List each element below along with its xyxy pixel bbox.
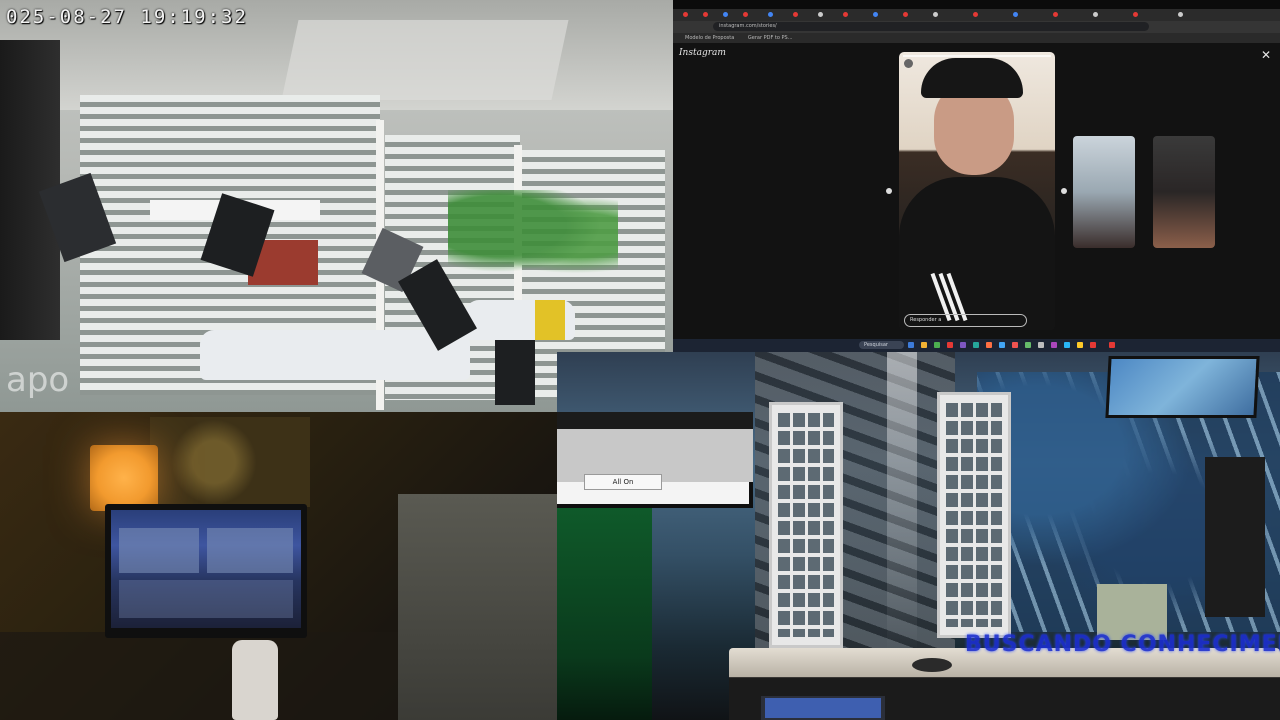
screen-window [119,528,199,573]
light-beam [887,352,917,652]
wall-tv [1105,356,1260,418]
desk-sticker [912,658,952,672]
yellow-box [535,300,565,340]
hanging-object [495,340,535,405]
speaker [1205,457,1265,617]
taskbar-app-icon[interactable] [1090,342,1096,348]
browser-window: instagram.com/stories/ Modelo de Propost… [673,9,1280,352]
taskbar-app-icon[interactable] [1109,342,1115,348]
instagram-story-viewer: Instagram ✕ Responder a [673,43,1280,339]
caption-overlay: BUSCANDO CONHECIMENTO [965,632,1280,657]
screen-window [207,528,293,573]
camera-feed-entrance: 025-08-27 19:19:32 apo [0,0,673,412]
dialog-titlebar [557,412,753,429]
tab-icon[interactable] [903,12,908,17]
tree [448,190,618,280]
taskbar-app-icon[interactable] [986,342,992,348]
tab-icon[interactable] [1053,12,1058,17]
taskbar-app-icon[interactable] [934,342,940,348]
active-story[interactable]: Responder a [899,52,1055,330]
browser-tabstrip[interactable] [673,9,1280,21]
person-cap [921,58,1023,98]
laptop [761,696,885,720]
ceiling-beam [281,20,569,100]
taskbar-app-icon[interactable] [908,342,914,348]
window-door [769,402,843,648]
taskbar-app-icon[interactable] [1038,342,1044,348]
person-hoodie [899,177,1055,330]
bookmarks-bar: Modelo de Proposta Gerar PDF to PS... [673,33,1280,43]
laptop-screen [765,698,881,718]
taskbar-app-icon[interactable] [960,342,966,348]
door-grid [946,403,1002,627]
bottle [232,640,278,720]
bookmark-item[interactable]: Gerar PDF to PS... [748,35,793,41]
camera-timestamp: 025-08-27 19:19:32 [6,6,248,28]
tab-icon[interactable] [1178,12,1183,17]
taskbar-app-icon[interactable] [1012,342,1018,348]
camera-feed-room: BUSCANDO CONHECIMENTO [557,352,1280,720]
taskbar-app-icon[interactable] [921,342,927,348]
taskbar-app-icon[interactable] [1051,342,1057,348]
taskbar-app-icon[interactable] [1025,342,1031,348]
story-thumbnail[interactable] [1073,136,1135,248]
story-progress-bar [903,55,1051,57]
camera-feed-studio [0,412,557,720]
tab-icon[interactable] [793,12,798,17]
taskbar-app-icon[interactable] [1064,342,1070,348]
camera-watermark: apo [6,360,70,400]
close-icon[interactable]: ✕ [1261,48,1271,62]
tab-icon[interactable] [843,12,848,17]
tab-icon[interactable] [723,12,728,17]
url-field[interactable]: instagram.com/stories/ [713,22,1149,31]
bookmark-item[interactable]: Modelo de Proposta [685,35,734,41]
green-glow [557,508,652,720]
tab-icon[interactable] [1013,12,1018,17]
window-door [937,392,1011,638]
prev-story-icon[interactable] [886,188,892,194]
tab-icon[interactable] [1133,12,1138,17]
taskbar-app-icon[interactable] [947,342,953,348]
avatar[interactable] [904,59,913,68]
taskbar-search[interactable]: Pesquisar [859,341,904,349]
next-story-icon[interactable] [1061,188,1067,194]
tab-icon[interactable] [818,12,823,17]
tab-icon[interactable] [973,12,978,17]
windows-taskbar: Pesquisar [673,339,1280,352]
address-bar: instagram.com/stories/ [673,21,1280,33]
instagram-logo[interactable]: Instagram [679,48,726,58]
whiteboard [398,494,557,720]
taskbar-app-icon[interactable] [999,342,1005,348]
tab-icon[interactable] [933,12,938,17]
taskbar-app-icon[interactable] [973,342,979,348]
tab-icon[interactable] [768,12,773,17]
control-dialog: All On [557,412,753,508]
tab-icon[interactable] [873,12,878,17]
wall-art [150,417,310,507]
orange-lamp [90,445,158,511]
monitor-screen [111,510,301,628]
story-reply-input[interactable]: Responder a [904,314,1027,327]
computer-monitor [105,504,307,638]
screen-window [119,580,293,618]
tab-icon[interactable] [1093,12,1098,17]
door-grid [778,413,834,637]
story-thumbnail[interactable] [1153,136,1215,248]
tab-icon[interactable] [743,12,748,17]
all-on-button[interactable]: All On [584,474,662,490]
tab-icon[interactable] [683,12,688,17]
tab-icon[interactable] [703,12,708,17]
taskbar-app-icon[interactable] [1077,342,1083,348]
